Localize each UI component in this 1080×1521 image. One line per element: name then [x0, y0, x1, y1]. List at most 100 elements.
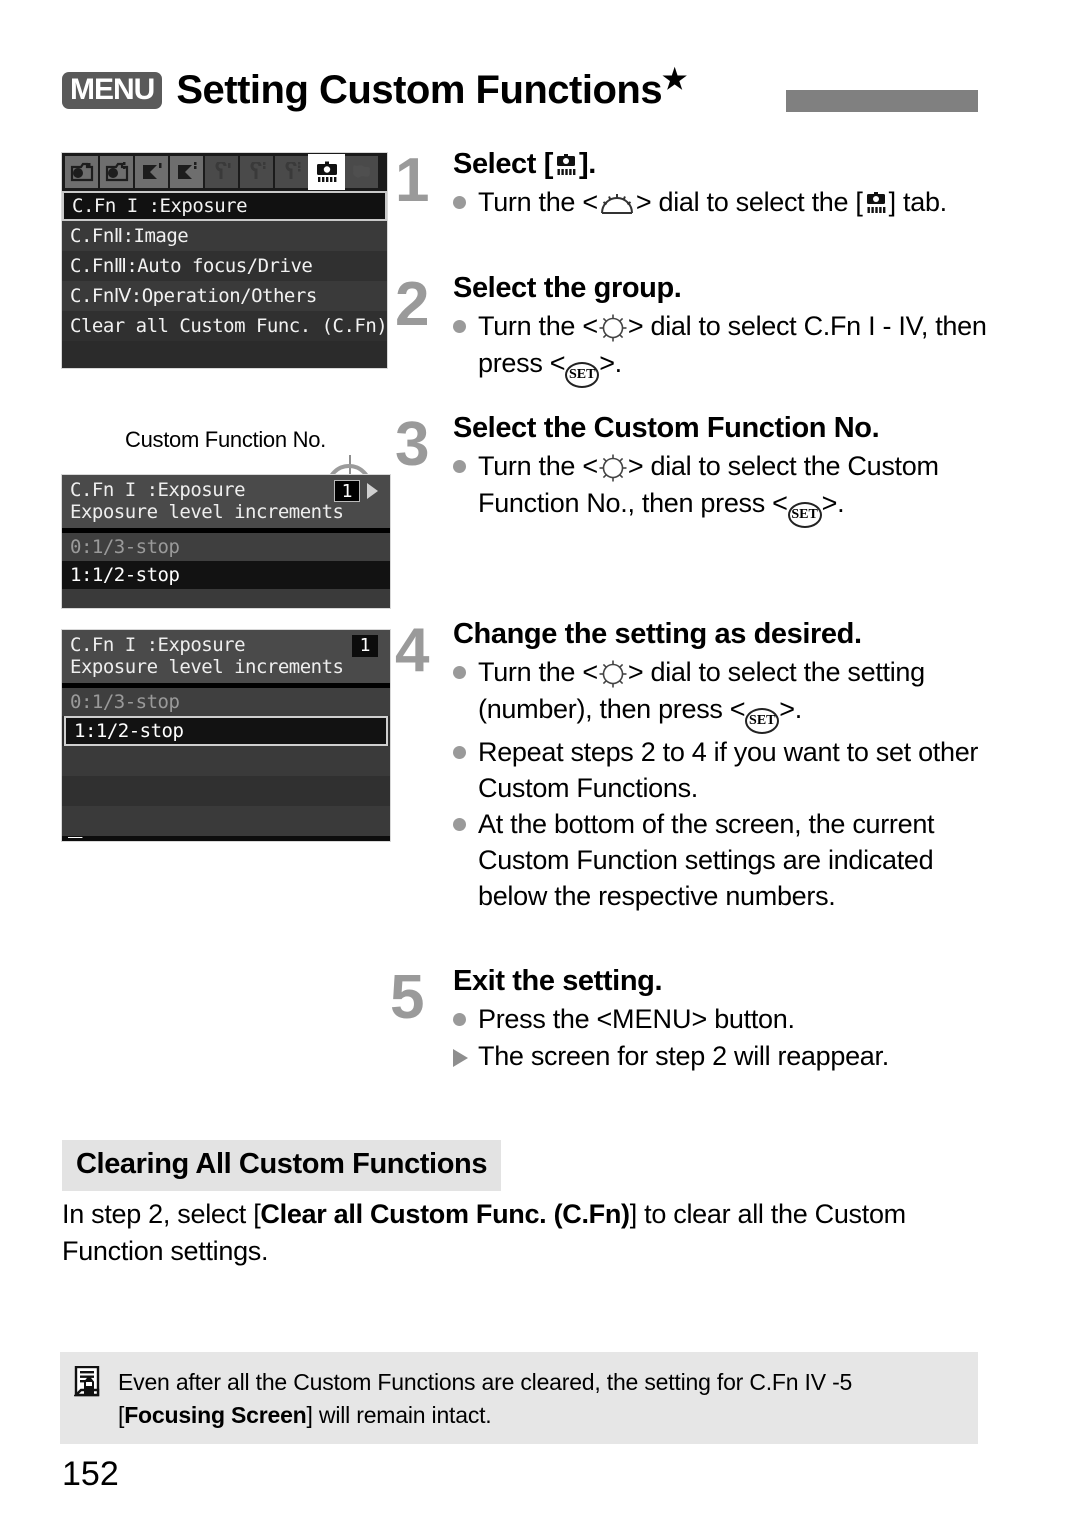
- step-body: Press the <MENU> button. The screen for …: [453, 1001, 995, 1073]
- cfn-group-label: C.Fn I :Exposure: [70, 634, 246, 656]
- cfn-function-label: Exposure level increments: [70, 656, 344, 678]
- set-button-icon: SET: [745, 707, 780, 734]
- tab-playback-2-icon: [170, 156, 203, 188]
- custom-functions-tab-icon: [863, 189, 889, 214]
- bullet-dot-icon: [453, 196, 466, 210]
- custom-functions-tab-icon: [553, 153, 579, 177]
- bullet-dot-icon: [453, 745, 466, 759]
- bullet-line: Press the <MENU> button.: [453, 1001, 995, 1037]
- page-header: MENU Setting Custom Functions★: [62, 63, 687, 112]
- step-body: Turn the < > dial to select C.Fn I - IV, …: [453, 308, 995, 388]
- tab-shooting-1-icon: [65, 156, 98, 188]
- menu-row[interactable]: C.FnⅡ:Image: [62, 221, 387, 251]
- bullet-text: Turn the < > dial to select the Custom Fu…: [478, 448, 995, 528]
- step-number: 5: [390, 963, 425, 1032]
- bullet-text: At the bottom of the screen, the current…: [478, 808, 935, 912]
- cfn-settings-summary: 1234567 0000000: [62, 836, 390, 842]
- callout-label: Custom Function No.: [125, 427, 326, 452]
- quick-control-dial-icon: [598, 659, 628, 689]
- bullet-text: The screen for step 2 will reappear.: [478, 1040, 889, 1071]
- set-button-icon: SET: [565, 361, 600, 388]
- step-title: Change the setting as desired.: [453, 618, 862, 650]
- step-title: Exit the setting.: [453, 965, 663, 997]
- menu-row[interactable]: C.FnⅢ:Auto focus/Drive: [62, 251, 387, 281]
- camera-menu-screenshot: C.Fn I :Exposure C.FnⅡ:Image C.FnⅢ:Auto …: [61, 152, 388, 369]
- step-number: 3: [395, 410, 430, 479]
- bullet-dot-icon: [453, 817, 466, 831]
- manual-page: MENU Setting Custom Functions★ C.Fn I:E…: [0, 0, 1080, 1521]
- menu-row[interactable]: C.Fn I :Exposure: [62, 191, 387, 221]
- bullet-line: The screen for step 2 will reappear.: [453, 1038, 995, 1074]
- menu-badge: MENU: [62, 71, 163, 109]
- step-1: 1 Select []. Turn the < > dial to select …: [395, 148, 995, 221]
- step-5: 5 Exit the setting. Press the <MENU> but…: [390, 965, 995, 1074]
- tab-setup-1-icon: [205, 156, 238, 188]
- menu-row-empty: [62, 341, 387, 368]
- cfn-header: C.Fn I :Exposure Exposure level incremen…: [62, 475, 390, 528]
- menu-row[interactable]: C.FnⅣ:Operation/Others: [62, 281, 387, 311]
- step-2: 2 Select the group. Turn the < > dial to …: [395, 272, 995, 388]
- bullet-line: Turn the < > dial to select the setting (…: [453, 654, 1000, 734]
- quick-control-dial-icon: [598, 313, 628, 343]
- bullet-text: Repeat steps 2 to 4 if you want to set o…: [478, 736, 979, 803]
- step-3: 3 Select the Custom Function No. Turn th…: [395, 412, 995, 528]
- menu-row[interactable]: Clear all Custom Func. (C.Fn): [62, 311, 387, 341]
- bullet-dot-icon: [453, 666, 466, 680]
- cfn-header: C.Fn I :Exposure Exposure level incremen…: [62, 630, 390, 683]
- custom-function-number: 1: [334, 480, 360, 502]
- header-accent-bar: [786, 90, 978, 112]
- menu-row-list: C.Fn I :Exposure C.FnⅡ:Image C.FnⅢ:Auto …: [62, 191, 387, 368]
- step-body: Turn the < > dial to select the setting (…: [453, 654, 1000, 914]
- step-title: Select [].: [453, 148, 596, 180]
- step-title: Select the Custom Function No.: [453, 412, 880, 444]
- page-number: 152: [62, 1455, 119, 1493]
- step-title: Select the group.: [453, 272, 682, 304]
- tab-setup-2-icon: [240, 156, 273, 188]
- section-heading: Clearing All Custom Functions: [62, 1140, 502, 1191]
- step-body: Turn the < > dial to select the [] tab.: [453, 184, 995, 220]
- tab-my-menu-icon: [345, 156, 378, 188]
- bullet-line: Repeat steps 2 to 4 if you want to set o…: [453, 734, 1000, 806]
- tab-setup-3-icon: [275, 156, 308, 188]
- note-text: Even after all the Custom Functions are …: [118, 1369, 853, 1428]
- bullet-text: Press the <MENU> button.: [478, 1004, 795, 1035]
- cfn-empty-row: [62, 806, 390, 836]
- bullet-line: At the bottom of the screen, the current…: [453, 806, 1000, 915]
- tab-custom-functions-icon[interactable]: [308, 154, 345, 190]
- bullet-text: Turn the < > dial to select C.Fn I - IV, …: [478, 308, 995, 388]
- menu-button-label: MENU: [612, 1004, 692, 1035]
- note-bold: Focusing Screen: [124, 1401, 307, 1428]
- note-pencil-icon: [73, 1365, 112, 1444]
- bullet-line: Turn the < > dial to select C.Fn I - IV, …: [453, 308, 995, 388]
- cfn-option[interactable]: 0:1/3-stop: [62, 533, 390, 561]
- result-arrow-icon: [453, 1048, 468, 1067]
- next-arrow-icon[interactable]: [367, 483, 378, 499]
- bullet-dot-icon: [453, 1013, 466, 1027]
- bullet-text: Turn the < > dial to select the setting (…: [478, 654, 1000, 734]
- cfn-option[interactable]: 1:1/2-stop: [62, 561, 390, 589]
- bullet-dot-icon: [453, 460, 466, 474]
- step-body: Turn the < > dial to select the Custom Fu…: [453, 448, 995, 528]
- step-number: 1: [395, 146, 430, 215]
- section-body-bold: Clear all Custom Func. (C.Fn): [260, 1199, 630, 1229]
- cfn-empty-row: [62, 746, 390, 776]
- bullet-dot-icon: [453, 320, 466, 334]
- cfn-option-selected[interactable]: 1:1/2-stop: [64, 716, 388, 746]
- cfn-option[interactable]: 0:1/3-stop: [62, 688, 390, 716]
- cfn-empty-row: [62, 776, 390, 806]
- main-dial-icon: [598, 189, 636, 215]
- note-box: Even after all the Custom Functions are …: [60, 1352, 978, 1444]
- page-title: Setting Custom Functions★: [176, 63, 687, 112]
- cfn-summary-numbers: 1234567: [68, 840, 390, 842]
- cfn-empty-row: [62, 589, 390, 608]
- quick-control-dial-icon: [598, 453, 628, 483]
- step-number: 2: [395, 270, 430, 339]
- tab-playback-1-icon: [135, 156, 168, 188]
- bullet-text: Turn the < > dial to select the [] tab.: [478, 187, 947, 218]
- tab-shooting-2-icon: [100, 156, 133, 188]
- step-number: 4: [395, 616, 430, 685]
- custom-function-number: 1: [352, 635, 378, 657]
- star-icon: ★: [662, 63, 687, 95]
- menu-tab-strip: [62, 153, 387, 191]
- bullet-line: Turn the < > dial to select the [] tab.: [453, 184, 995, 220]
